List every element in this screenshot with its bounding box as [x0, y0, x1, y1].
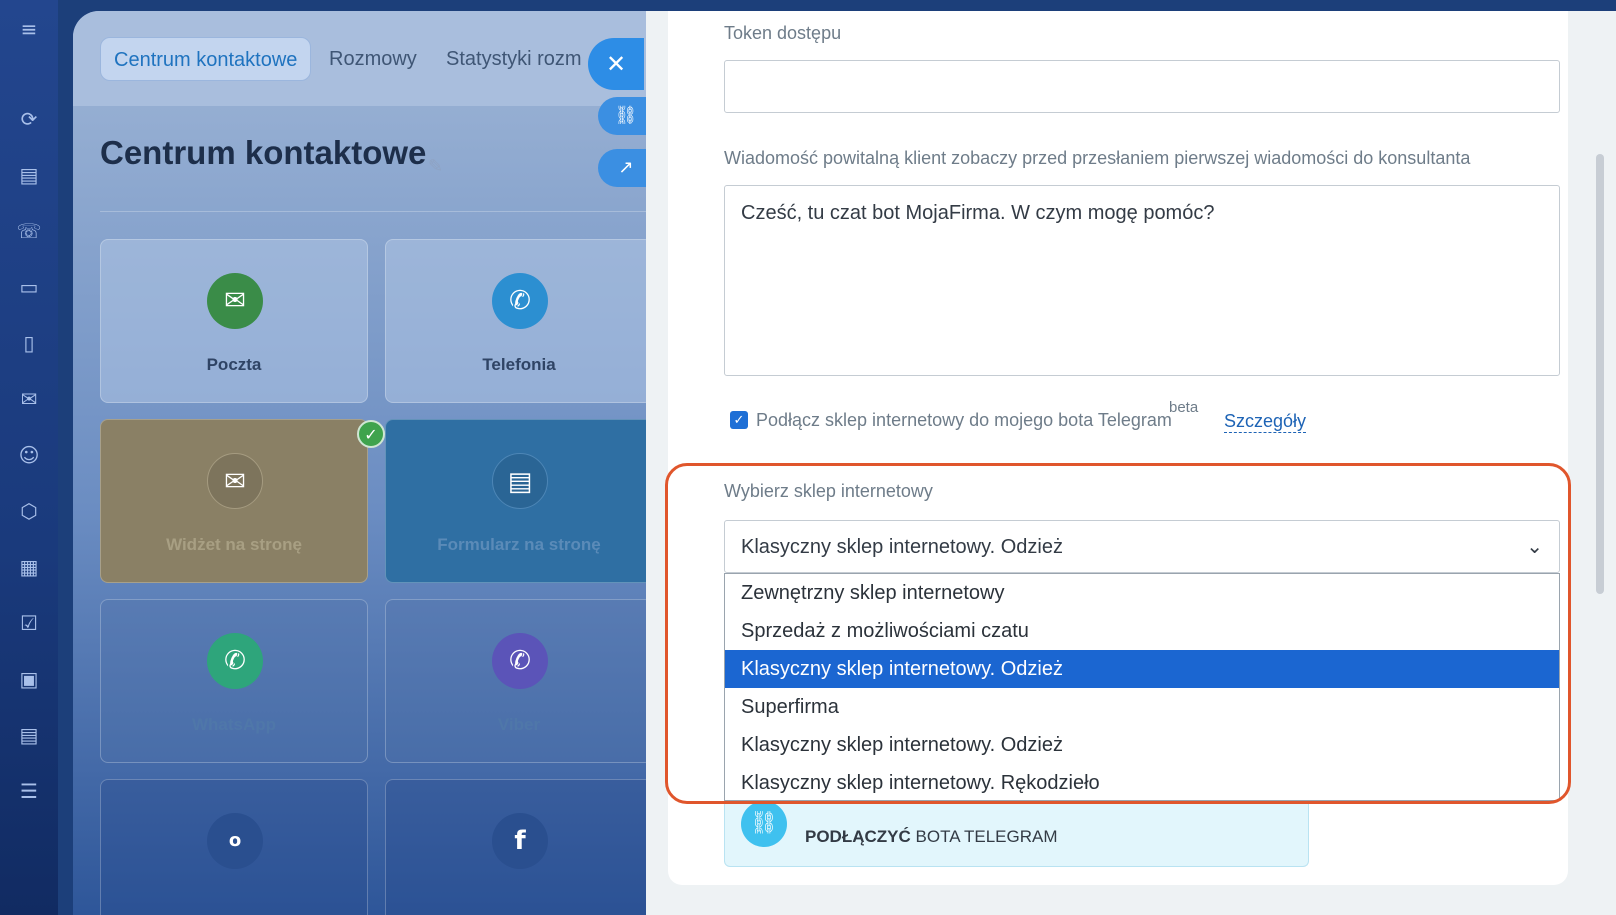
viber-icon: ✆ [492, 633, 548, 689]
close-icon[interactable]: ✕ [588, 38, 644, 90]
chat-icon[interactable]: ☏ [14, 216, 44, 246]
crm-icon[interactable]: ⟳ [14, 104, 44, 134]
hexagon-icon[interactable]: ⬡ [14, 496, 44, 526]
form-icon: ▤ [492, 453, 548, 509]
documents-icon[interactable]: ▤ [14, 160, 44, 190]
welcome-message-textarea[interactable]: Cześć, tu czat bot MojaFirma. W czym mog… [724, 185, 1560, 376]
link-icon: ⛓ [741, 801, 787, 847]
connect-text: PODŁĄCZYĆ BOTA TELEGRAM [805, 827, 1058, 846]
tab-contact-center[interactable]: Centrum kontaktowe [100, 37, 312, 81]
filter-icon[interactable]: ☰ [14, 776, 44, 806]
phone-icon: ✆ [492, 273, 548, 329]
tile-olx[interactable]: o [100, 779, 368, 915]
tile-label: Viber [497, 715, 541, 734]
tile-label: Poczta [206, 355, 262, 374]
scrollbar[interactable] [1596, 154, 1604, 594]
shop-checkbox[interactable]: ✓ [730, 411, 748, 429]
mail-icon: ✉ [207, 273, 263, 329]
whatsapp-icon: ✆ [207, 633, 263, 689]
drive-icon[interactable]: ▭ [14, 272, 44, 302]
tile-widget[interactable]: ✉ Widżet na stronę [100, 419, 368, 583]
facebook-icon: f [492, 813, 548, 869]
welcome-label: Wiadomość powitalną klient zobaczy przed… [724, 148, 1471, 168]
tile-telephony[interactable]: ✆ Telefonia [385, 239, 653, 403]
pin-icon[interactable]: ✎ [428, 156, 443, 177]
tile-label: Formularz na stronę [437, 535, 601, 554]
tab-statistics[interactable]: Statystyki rozm [433, 37, 595, 81]
menu-icon[interactable]: ≡ [14, 14, 44, 44]
chat-icon: ✉ [207, 453, 263, 509]
tile-mail[interactable]: ✉ Poczta [100, 239, 368, 403]
file-icon[interactable]: ▯ [14, 328, 44, 358]
tasks-icon[interactable]: ☑ [14, 608, 44, 638]
connect-bot-banner[interactable]: ⛓ PODŁĄCZYĆ BOTA TELEGRAM [724, 801, 1309, 867]
tile-label: Telefonia [482, 355, 556, 374]
cards-icon[interactable]: ▤ [14, 720, 44, 750]
page-title: Centrum kontaktowe [100, 134, 427, 171]
highlight-frame [665, 463, 1571, 804]
mail-icon[interactable]: ✉ [14, 384, 44, 414]
contact-center-page: Centrum kontaktowe Rozmowy Statystyki ro… [73, 11, 685, 915]
connected-check-icon: ✓ [357, 420, 385, 448]
tab-conversations[interactable]: Rozmowy [316, 37, 430, 81]
left-nav-rail: ≡ ⟳ ▤ ☏ ▭ ▯ ✉ ☺ ⬡ ▦ ☑ ▣ ▤ ☰ [0, 0, 58, 915]
olx-icon: o [207, 813, 263, 869]
token-input[interactable] [724, 60, 1560, 113]
board-icon[interactable]: ▦ [14, 552, 44, 582]
tile-form[interactable]: ▤ Formularz na stronę [385, 419, 653, 583]
calendar-icon[interactable]: ▣ [14, 664, 44, 694]
beta-badge: beta [1169, 399, 1199, 416]
tile-viber[interactable]: ✆ Viber [385, 599, 653, 763]
shop-checkbox-label: Podłącz sklep internetowy do mojego bota… [756, 410, 1172, 430]
tile-whatsapp[interactable]: ✆ WhatsApp [100, 599, 368, 763]
contacts-icon[interactable]: ☺ [14, 440, 44, 470]
tile-label: Widżet na stronę [166, 535, 302, 554]
welcome-text: Cześć, tu czat bot MojaFirma. W czym mog… [741, 202, 1215, 224]
token-label: Token dostępu [724, 23, 842, 43]
tile-facebook[interactable]: f [385, 779, 653, 915]
details-link[interactable]: Szczegóły [1224, 411, 1307, 433]
tile-label: WhatsApp [191, 715, 277, 734]
divider [100, 211, 685, 212]
